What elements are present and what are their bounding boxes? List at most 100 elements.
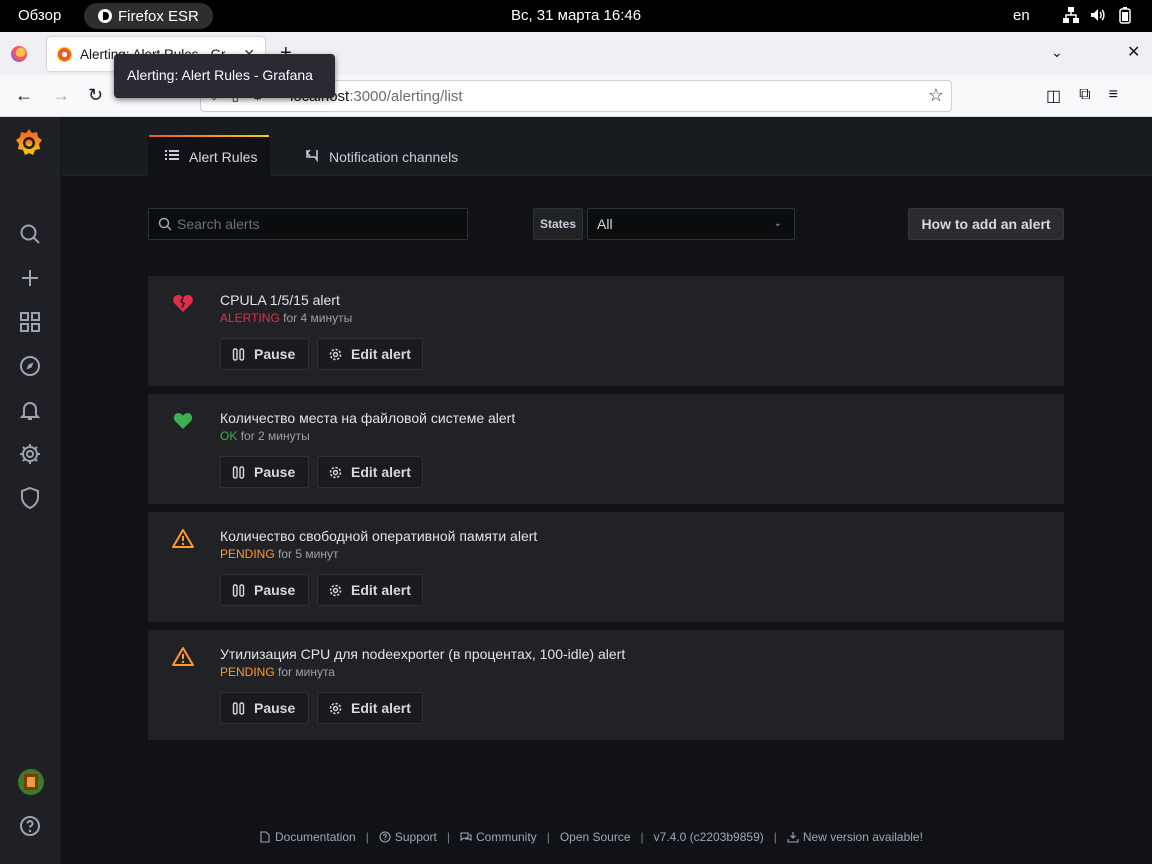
pause-icon: [232, 583, 245, 597]
download-icon: [787, 832, 799, 843]
alert-state: OK: [220, 429, 238, 443]
extensions-icon[interactable]: ⧉: [1079, 86, 1090, 106]
footer-separator: |: [365, 830, 369, 844]
list-tabs-chevron-icon[interactable]: ⌄: [1051, 44, 1063, 61]
edit-alert-button-label: Edit alert: [351, 464, 411, 480]
search-box: [148, 208, 468, 240]
alert-state: ALERTING: [220, 311, 280, 325]
footer: Documentation | Support | Community | Op…: [259, 830, 923, 844]
create-plus-icon[interactable]: [18, 266, 42, 290]
pause-icon: [232, 347, 245, 361]
alert-state: PENDING: [220, 547, 275, 561]
tab-notification-channels[interactable]: Notification channels: [304, 147, 458, 166]
grafana-logo-icon[interactable]: [14, 127, 44, 159]
edit-alert-button[interactable]: Edit alert: [317, 456, 423, 488]
pause-button[interactable]: Pause: [220, 338, 309, 370]
new-version-label: New version available!: [802, 830, 923, 844]
community-link[interactable]: Community: [460, 830, 537, 844]
footer-separator: |: [546, 830, 550, 844]
search-icon: [158, 217, 172, 231]
firefox-icon: [98, 9, 112, 23]
support-label: Support: [394, 830, 437, 844]
list-icon: [165, 148, 179, 165]
user-avatar[interactable]: [18, 769, 44, 795]
alert-rule-item: Утилизация CPU для nodeexporter (в проце…: [148, 630, 1064, 740]
cog-icon: [329, 348, 342, 360]
footer-separator: |: [446, 830, 450, 844]
server-admin-shield-icon[interactable]: [18, 486, 42, 510]
alert-title[interactable]: Утилизация CPU для nodeexporter (в проце…: [220, 646, 625, 662]
sidemenu: [0, 117, 60, 864]
language-indicator[interactable]: en: [1013, 7, 1030, 24]
tab-notification-channels-label: Notification channels: [329, 148, 459, 165]
menu-icon[interactable]: ≡: [1109, 86, 1118, 106]
network-icon: [1062, 6, 1080, 24]
alert-duration: for 5 минут: [278, 547, 339, 561]
window-close-icon[interactable]: ✕: [1127, 42, 1140, 62]
pause-button[interactable]: Pause: [220, 692, 309, 724]
states-select[interactable]: All ⌄: [587, 208, 795, 240]
cog-icon: [329, 466, 342, 478]
comments-icon: [460, 832, 472, 842]
cog-icon: [329, 584, 342, 596]
open-source-link[interactable]: Open Source: [560, 830, 631, 844]
alerting-bell-icon[interactable]: [18, 398, 42, 422]
edit-alert-button[interactable]: Edit alert: [317, 338, 423, 370]
heart-break-icon: [171, 291, 195, 315]
pause-button-label: Pause: [254, 700, 296, 716]
alert-title[interactable]: Количество свободной оперативной памяти …: [220, 528, 537, 544]
community-label: Community: [476, 830, 537, 844]
activities-button[interactable]: Обзор: [18, 7, 61, 24]
alert-title[interactable]: Количество места на файловой системе ale…: [220, 410, 515, 426]
alert-title[interactable]: CPULA 1/5/15 alert: [220, 292, 340, 308]
alert-duration: for 2 минуты: [240, 429, 310, 443]
app-menu-label: Firefox ESR: [118, 7, 199, 25]
alert-state-line: PENDING for минута: [220, 665, 335, 679]
pause-button-label: Pause: [254, 464, 296, 480]
alert-state-line: PENDING for 5 минут: [220, 547, 338, 561]
url-path: :3000/alerting/list: [349, 88, 463, 105]
edit-alert-button-label: Edit alert: [351, 700, 411, 716]
pocket-icon[interactable]: ◫: [1046, 86, 1061, 106]
how-to-add-alert-button[interactable]: How to add an alert: [908, 208, 1064, 240]
alert-list-toolbar: States All ⌄ How to add an alert: [148, 208, 1064, 240]
support-link[interactable]: Support: [379, 830, 437, 844]
app-menu-button[interactable]: Firefox ESR: [84, 3, 213, 29]
reload-icon[interactable]: ↻: [88, 85, 103, 106]
edit-alert-button[interactable]: Edit alert: [317, 692, 423, 724]
forward-arrow-icon[interactable]: →: [52, 85, 70, 106]
page-header: Alert Rules Notification channels: [61, 117, 1152, 176]
bookmark-star-icon[interactable]: ☆: [928, 85, 944, 106]
new-version-link[interactable]: New version available!: [787, 830, 923, 844]
search-icon[interactable]: [18, 222, 42, 246]
back-arrow-icon[interactable]: ←: [15, 85, 33, 106]
pause-button[interactable]: Pause: [220, 574, 309, 606]
comment-arrow-icon: [304, 147, 320, 166]
dashboards-icon[interactable]: [18, 310, 42, 334]
help-icon[interactable]: [18, 814, 42, 838]
alert-state-line: OK for 2 минуты: [220, 429, 310, 443]
configuration-gear-icon[interactable]: [18, 442, 42, 466]
tab-alert-rules-label: Alert Rules: [189, 148, 258, 165]
version-label: v7.4.0 (c2203b9859): [653, 830, 764, 844]
tab-alert-rules[interactable]: Alert Rules: [148, 135, 270, 176]
search-alerts-input[interactable]: [177, 209, 462, 239]
system-tray[interactable]: [1062, 6, 1134, 24]
alert-state-line: ALERTING for 4 минуты: [220, 311, 352, 325]
alert-rule-item: Количество места на файловой системе ale…: [148, 394, 1064, 504]
pause-button[interactable]: Pause: [220, 456, 309, 488]
grafana-favicon-icon: [57, 46, 72, 62]
alert-rule-item: CPULA 1/5/15 alert ALERTING for 4 минуты…: [148, 276, 1064, 386]
edit-alert-button[interactable]: Edit alert: [317, 574, 423, 606]
footer-separator: |: [773, 830, 777, 844]
documentation-link[interactable]: Documentation: [259, 830, 356, 844]
pause-icon: [232, 465, 245, 479]
explore-compass-icon[interactable]: [18, 354, 42, 378]
volume-icon: [1089, 6, 1107, 24]
heart-icon: [171, 409, 195, 433]
firefox-view-icon[interactable]: [11, 46, 27, 62]
documentation-label: Documentation: [275, 830, 356, 844]
pause-icon: [232, 701, 245, 715]
states-selected-value: All: [597, 216, 613, 232]
battery-icon: [1116, 6, 1134, 24]
